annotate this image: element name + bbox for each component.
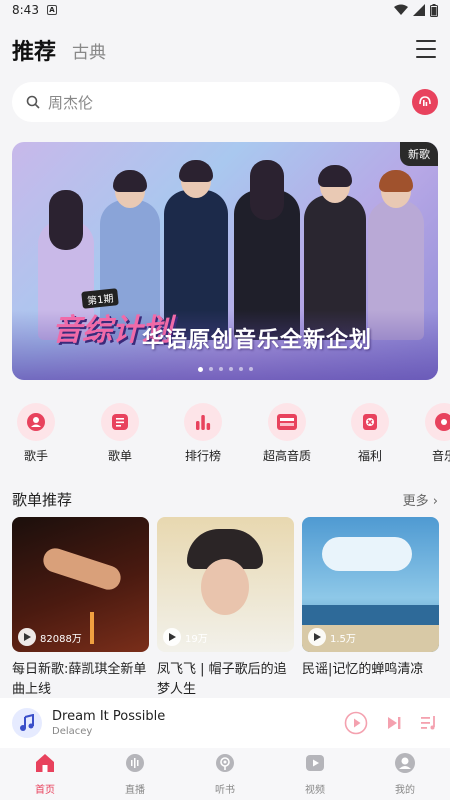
play-count-text: 19万: [185, 633, 208, 645]
bottom-nav: 首页 直播 听书 视频 我的: [0, 748, 450, 800]
search-input[interactable]: 周杰伦: [12, 82, 400, 122]
nav-label: 视频: [305, 785, 325, 796]
search-placeholder: 周杰伦: [48, 93, 94, 112]
playlist-cover: 1.5万: [302, 517, 439, 652]
playlist-cards: 82088万 每日新歌:薛凯琪全新单曲上线 19万 凤飞飞 | 帽子歌后的追梦人…: [12, 517, 450, 697]
player-song: Dream It Possible: [52, 709, 166, 724]
music-voice-icon[interactable]: [412, 89, 438, 115]
search-row: 周杰伦: [0, 80, 450, 124]
play-icon: [308, 628, 326, 646]
section-title: 歌单推荐: [12, 490, 73, 509]
nav-video[interactable]: 视频: [285, 752, 345, 796]
play-icon: [18, 628, 36, 646]
player-text: Dream It Possible Delacey: [52, 709, 344, 737]
profile-icon: [395, 753, 415, 773]
playlist-title: 每日新歌:薛凯琪全新单曲上线: [12, 662, 147, 697]
cover-face: [201, 559, 249, 615]
player-artist: Delacey: [52, 726, 93, 737]
hifi-icon: [268, 403, 306, 441]
quick-playlist[interactable]: 歌单: [90, 403, 150, 464]
quick-hifi[interactable]: 超高音质: [257, 403, 317, 464]
cover-cloud: [322, 537, 412, 571]
tab-recommend[interactable]: 推荐: [12, 34, 56, 66]
video-icon: [306, 755, 324, 771]
carousel-dot: [208, 367, 213, 371]
status-bar: 8:43 A: [0, 0, 450, 20]
chevron-right-icon: ›: [432, 493, 438, 509]
playlist-section-header: 歌单推荐 更多 ›: [12, 488, 438, 510]
singer-icon: [17, 403, 55, 441]
signal-icon: [413, 4, 425, 16]
home-icon: [36, 754, 54, 772]
playlist-icon: [101, 403, 139, 441]
status-time: 8:43: [12, 3, 39, 17]
playlist-card[interactable]: 82088万 每日新歌:薛凯琪全新单曲上线: [12, 517, 149, 697]
more-link[interactable]: 更多 ›: [403, 490, 438, 509]
carousel-dots: [12, 367, 438, 372]
quick-music[interactable]: 音乐: [414, 403, 450, 464]
quick-label: 音乐: [431, 449, 450, 463]
nav-live[interactable]: 直播: [105, 752, 165, 796]
play-icon: [163, 628, 181, 646]
playlist-cover: 19万: [157, 517, 294, 652]
carousel-dot: [248, 367, 253, 371]
player-controls: [344, 711, 438, 735]
quick-chart[interactable]: 排行榜: [173, 403, 233, 464]
banner-carousel[interactable]: 新歌 第1期 音综计划 华语原创音乐全新企划: [12, 142, 438, 380]
playlist-cover: 82088万: [12, 517, 149, 652]
battery-icon: [430, 3, 438, 17]
carousel-dot: [218, 367, 223, 371]
music-note-icon: [12, 708, 42, 738]
a-box-icon: A: [46, 5, 57, 15]
play-count-text: 82088万: [40, 633, 82, 645]
nav-home[interactable]: 首页: [15, 752, 75, 796]
nav-label: 直播: [125, 785, 145, 796]
carousel-dot: [197, 367, 203, 372]
quick-label: 排行榜: [184, 449, 221, 463]
play-count: 1.5万: [308, 628, 356, 646]
new-song-badge: 新歌: [400, 142, 438, 166]
playlist-title: 凤飞飞 | 帽子歌后的追梦人生: [157, 662, 287, 697]
quick-links: 歌手 歌单 排行榜 超高音质 福利 音乐: [0, 403, 450, 465]
quick-label: 福利: [357, 449, 382, 463]
quick-label: 歌手: [23, 449, 48, 463]
play-button-icon[interactable]: [344, 711, 368, 735]
mini-player[interactable]: Dream It Possible Delacey: [0, 698, 450, 748]
cover-light: [90, 612, 94, 644]
carousel-dot: [228, 367, 233, 371]
wifi-icon: [394, 4, 408, 15]
playlist-title: 民谣|记忆的蝉鸣清凉: [302, 662, 424, 677]
banner-title: 华语原创音乐全新企划: [142, 328, 373, 353]
playlist-card[interactable]: 1.5万 民谣|记忆的蝉鸣清凉: [302, 517, 439, 680]
carousel-dot: [238, 367, 243, 371]
quick-label: 歌单: [107, 449, 132, 463]
tab-classical[interactable]: 古典: [72, 38, 106, 63]
play-count: 82088万: [18, 628, 82, 646]
cover-sea: [302, 605, 439, 625]
playlist-queue-icon[interactable]: [420, 715, 438, 731]
quick-singer[interactable]: 歌手: [6, 403, 66, 464]
play-count-text: 1.5万: [330, 633, 356, 645]
menu-icon[interactable]: [416, 40, 436, 58]
search-icon: [26, 95, 40, 109]
nav-label: 我的: [395, 785, 415, 796]
music-icon: [425, 403, 450, 441]
next-track-icon[interactable]: [386, 715, 402, 731]
gift-icon: [351, 403, 389, 441]
nav-audiobook[interactable]: 听书: [195, 752, 255, 796]
cover-figure: [40, 545, 124, 593]
quick-label: 超高音质: [262, 449, 311, 463]
quick-gift[interactable]: 福利: [340, 403, 400, 464]
playlist-card[interactable]: 19万 凤飞飞 | 帽子歌后的追梦人生: [157, 517, 294, 697]
nav-profile[interactable]: 我的: [375, 752, 435, 796]
play-count: 19万: [163, 628, 208, 646]
chart-icon: [184, 403, 222, 441]
nav-label: 首页: [35, 785, 55, 796]
nav-label: 听书: [215, 785, 235, 796]
more-label: 更多: [402, 493, 429, 509]
top-tabs: 推荐 古典: [0, 20, 450, 80]
live-icon: [126, 754, 144, 772]
audiobook-icon: [216, 754, 234, 772]
